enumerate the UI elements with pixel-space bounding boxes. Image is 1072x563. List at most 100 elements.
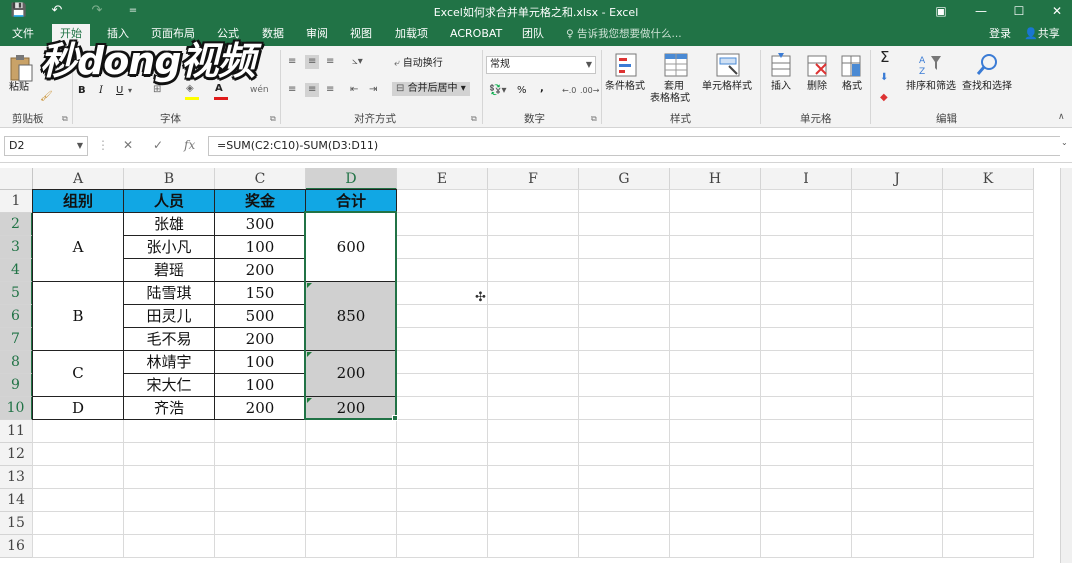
increase-indent-icon[interactable]: ⇥ [369,83,377,97]
row-header-1[interactable]: 1 [0,190,33,213]
insert-button[interactable]: 插入 [771,81,791,93]
row-header-7[interactable]: 7 [0,328,33,351]
accounting-format-icon[interactable]: 💱▾ [489,84,506,98]
column-header-a[interactable]: A [33,168,124,190]
format-button[interactable]: 格式 [842,81,862,93]
tell-me-box[interactable]: ♀ 告诉我您想要做什么... [566,26,682,41]
row-header-11[interactable]: 11 [0,420,33,443]
row-header-4[interactable]: 4 [0,259,33,282]
fill-handle[interactable] [392,415,398,421]
row-header-9[interactable]: 9 [0,374,33,397]
cell-styles-icon[interactable] [715,52,741,80]
cell-styles-button[interactable]: 单元格样式 [702,81,752,93]
format-as-table-icon[interactable] [663,52,689,80]
align-left-icon[interactable]: ≡ [288,83,296,97]
header-cell[interactable]: 组别 [33,190,123,212]
row-header-13[interactable]: 13 [0,466,33,489]
person-cell[interactable]: 齐浩 [124,397,214,419]
comma-style-button[interactable]: , [540,82,544,96]
worksheet-grid[interactable]: A B C D E F G H I J K 1 2 3 4 5 6 7 8 9 10 11 12 13 14 15 16 组别 人员 奖金… [0,168,1060,560]
tab-review[interactable]: 审阅 [306,26,328,42]
format-as-table-button[interactable]: 套用 [664,81,684,93]
person-cell[interactable]: 林靖宇 [124,351,214,373]
bold-button[interactable]: B [78,84,86,98]
column-header-i[interactable]: I [761,168,852,190]
tab-addins[interactable]: 加载项 [395,26,428,42]
decrease-decimal-icon[interactable]: .00→ [580,84,599,98]
row-header-5[interactable]: 5 [0,282,33,305]
group-cell[interactable]: D [33,397,123,419]
column-header-j[interactable]: J [852,168,943,190]
row-header-3[interactable]: 3 [0,236,33,259]
orientation-icon[interactable]: ⦣▾ [352,55,363,69]
delete-button[interactable]: 删除 [807,81,827,93]
bonus-cell[interactable]: 300 [215,213,305,235]
fill-icon[interactable]: ⬇ [880,71,888,85]
column-header-e[interactable]: E [397,168,488,190]
cancel-icon[interactable]: ✕ [123,138,133,152]
collapse-ribbon-icon[interactable]: ∧ [1058,110,1065,124]
find-select-icon[interactable] [975,52,1001,80]
share-button[interactable]: 👤共享 [1024,26,1060,42]
font-color-icon[interactable]: A [215,82,223,96]
align-right-icon[interactable]: ≡ [326,83,334,97]
insert-cells-icon[interactable] [770,52,794,80]
row-header-16[interactable]: 16 [0,535,33,558]
bonus-cell[interactable]: 100 [215,374,305,396]
conditional-formatting-button[interactable]: 条件格式 [605,81,645,93]
bonus-cell[interactable]: 200 [215,328,305,350]
bonus-cell[interactable]: 100 [215,351,305,373]
header-cell[interactable]: 奖金 [215,190,305,212]
bonus-cell[interactable]: 150 [215,282,305,304]
person-cell[interactable]: 陆雪琪 [124,282,214,304]
conditional-formatting-icon[interactable] [614,52,640,80]
align-center-icon[interactable]: ≡ [305,83,320,97]
name-box[interactable]: D2 ▼ [4,136,88,156]
wrap-text-button[interactable]: ⤶ 自动换行 [394,57,443,71]
bonus-cell[interactable]: 200 [215,397,305,419]
row-header-15[interactable]: 15 [0,512,33,535]
paste-button[interactable]: 粘贴 [9,82,29,94]
column-header-d[interactable]: D [306,168,397,190]
ribbon-display-icon[interactable]: ▣ [926,1,956,21]
person-cell[interactable]: 田灵儿 [124,305,214,327]
sort-filter-button[interactable]: 排序和筛选 [906,81,956,93]
person-cell[interactable]: 宋大仁 [124,374,214,396]
group-cell[interactable]: A [33,213,123,281]
person-cell[interactable]: 张雄 [124,213,214,235]
format-as-table-label2[interactable]: 表格格式 [650,93,690,105]
underline-button[interactable]: U [116,84,123,98]
column-header-b[interactable]: B [124,168,215,190]
decrease-indent-icon[interactable]: ⇤ [350,83,358,97]
formula-input[interactable]: =SUM(C2:C10)-SUM(D3:D11) [208,136,1060,156]
row-header-2[interactable]: 2 [0,213,33,236]
italic-button[interactable]: I [99,84,103,98]
border-icon[interactable]: ⊞ [153,83,161,97]
tab-acrobat[interactable]: ACROBAT [450,26,502,42]
align-middle-icon[interactable]: ≡ [305,55,320,69]
phonetic-icon[interactable]: wén [250,83,269,97]
column-header-f[interactable]: F [488,168,579,190]
format-cells-icon[interactable] [840,52,864,80]
tab-team[interactable]: 团队 [522,26,544,42]
chevron-down-icon[interactable]: ▾ [128,84,132,98]
select-all-corner[interactable] [0,168,33,190]
number-launcher-icon[interactable]: ⧉ [591,112,597,126]
row-header-6[interactable]: 6 [0,305,33,328]
bonus-cell[interactable]: 200 [215,259,305,281]
find-select-button[interactable]: 查找和选择 [962,81,1012,93]
row-header-10[interactable]: 10 [0,397,33,420]
align-top-icon[interactable]: ≡ [288,55,296,69]
row-header-8[interactable]: 8 [0,351,33,374]
merge-center-button[interactable]: ⊟ 合并后居中 ▾ [392,82,470,96]
bonus-cell[interactable]: 100 [215,236,305,258]
sign-in-link[interactable]: 登录 [989,26,1011,42]
enter-icon[interactable]: ✓ [153,138,163,152]
tab-file[interactable]: 文件 [12,26,34,42]
insert-function-icon[interactable]: fx [184,138,195,152]
increase-decimal-icon[interactable]: ←.0 [562,84,576,98]
clear-icon[interactable]: ◆ [880,91,888,105]
person-cell[interactable]: 张小凡 [124,236,214,258]
header-cell[interactable]: 合计 [306,190,396,212]
group-cell[interactable]: C [33,351,123,396]
